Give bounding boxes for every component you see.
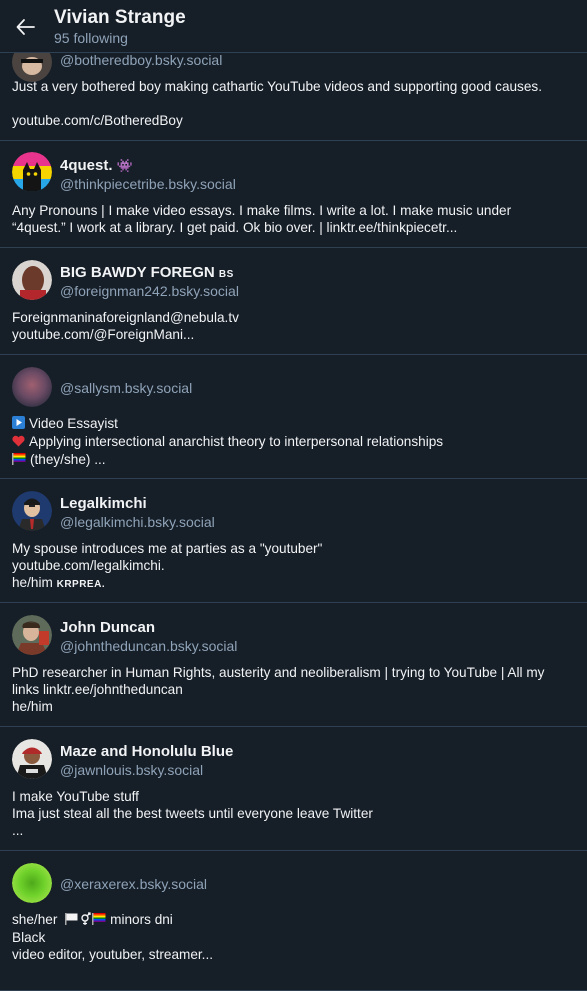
arrow-left-icon [16,19,35,35]
back-button[interactable] [14,15,38,39]
avatar[interactable] [12,152,52,192]
user-handle: @thinkpiecetribe.bsky.social [60,176,236,192]
user-display-name: 4quest. 👾 [60,157,133,174]
play-button-icon [12,416,25,433]
transgender-symbol-icon [79,912,91,929]
user-handle: @foreignman242.bsky.social [60,283,239,299]
user-handle: @jawnlouis.bsky.social [60,762,204,778]
following-count: 95 following [54,30,128,46]
avatar[interactable] [12,863,52,903]
user-bio: Any Pronouns | I make video essays. I ma… [12,203,512,235]
white-flag-icon [65,912,78,929]
user-display-name: Legalkimchi [60,495,147,512]
user-bio: I make YouTube stuff Ima just steal all … [12,789,373,838]
rainbow-flag-icon [92,912,106,929]
list-item[interactable]: Legalkimchi @legalkimchi.bsky.social My … [0,478,587,603]
user-handle: @botheredboy.bsky.social [60,52,223,68]
user-handle: @legalkimchi.bsky.social [60,514,215,530]
rainbow-flag-icon [12,452,26,469]
alien-monster-icon: 👾 [116,158,133,173]
user-bio: PhD researcher in Human Rights, austerit… [12,665,545,714]
user-handle: @sallysm.bsky.social [60,380,193,396]
user-display-name: BIG BAWDY FOREGN BS [60,264,234,281]
avatar[interactable] [12,615,52,655]
user-bio: Just a very bothered boy making catharti… [12,79,542,128]
user-handle: @xeraxerex.bsky.social [60,876,207,892]
user-bio: she/her minors dni Black video editor, y… [12,912,213,962]
user-handle: @johntheduncan.bsky.social [60,638,238,654]
avatar[interactable] [12,491,52,531]
user-bio: My spouse introduces me at parties as a … [12,541,323,590]
list-item[interactable]: BIG BAWDY FOREGN BS @foreignman242.bsky.… [0,247,587,355]
avatar[interactable] [12,260,52,300]
list-item[interactable]: 4quest. 👾 @thinkpiecetribe.bsky.social A… [0,140,587,248]
list-item[interactable]: @sallysm.bsky.social Video Essayist Appl… [0,354,587,479]
page-header: Vivian Strange 95 following [0,0,587,53]
avatar[interactable] [12,367,52,407]
bio-badge: KRPREA. [56,579,106,590]
list-item[interactable]: John Duncan @johntheduncan.bsky.social P… [0,602,587,727]
user-bio: Foreignmaninaforeignland@nebula.tv youtu… [12,310,239,342]
list-item[interactable]: Maze and Honolulu Blue @jawnlouis.bsky.s… [0,726,587,851]
avatar[interactable] [12,739,52,779]
list-item[interactable]: @xeraxerex.bsky.social she/her minors dn… [0,850,587,991]
user-bio: Video Essayist Applying intersectional a… [12,415,573,469]
page-title: Vivian Strange [54,7,186,28]
name-badge: BS [218,269,234,280]
red-heart-icon [12,434,25,451]
user-display-name: John Duncan [60,619,156,636]
user-display-name: Maze and Honolulu Blue [60,743,234,760]
